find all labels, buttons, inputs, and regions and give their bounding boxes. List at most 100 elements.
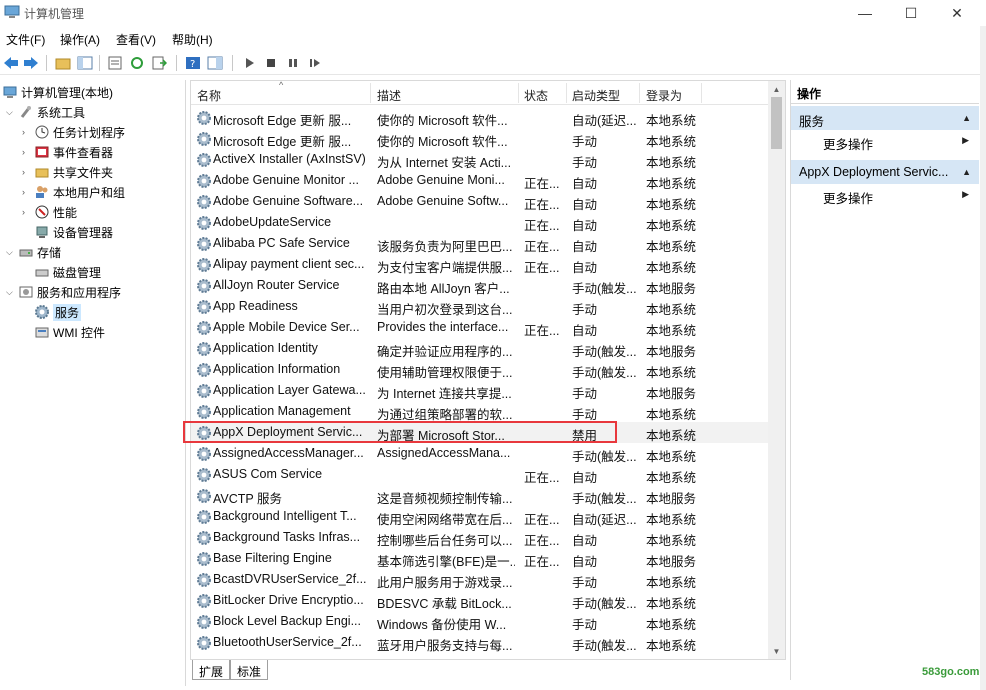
forward-arrow-icon[interactable] [22, 54, 40, 72]
table-row[interactable]: App Readiness 当用户初次登录到这台... 手动 本地系统 [191, 296, 771, 317]
cell-logon: 本地服务 [646, 492, 697, 506]
table-row[interactable]: Application Information 使用辅助管理权限便于... 手动(触… [191, 359, 771, 380]
cell-startup: 手动 [572, 387, 598, 401]
cell-desc: Provides the interface... [377, 320, 509, 334]
tree-item-shared-folders[interactable]: › 共享文件夹 [22, 162, 113, 182]
chevron-right-icon[interactable]: › [22, 147, 32, 157]
tree-item-device-manager[interactable]: 设备管理器 [34, 222, 113, 242]
tab-extended[interactable]: 扩展 [192, 660, 231, 680]
table-row[interactable]: Block Level Backup Engi... Windows 备份使用 W… [191, 611, 771, 632]
minimize-button[interactable]: — [842, 0, 888, 26]
table-row[interactable]: AllJoyn Router Service 路由本地 AllJoyn 客户...… [191, 275, 771, 296]
table-row[interactable]: Application Management 为通过组策略部署的软... 手动 本地系… [191, 401, 771, 422]
tree-item-services[interactable]: 服务 [34, 302, 82, 322]
tab-standard[interactable]: 标准 [230, 660, 269, 680]
chevron-down-icon[interactable]: ⌵ [6, 247, 16, 258]
tree-item-task-scheduler[interactable]: › 任务计划程序 [22, 122, 125, 142]
column-header-status[interactable]: 状态 [524, 87, 548, 104]
tree-item-disk-management[interactable]: 磁盘管理 [34, 262, 101, 282]
chevron-right-icon[interactable]: › [22, 167, 32, 177]
tree-item-wmi[interactable]: WMI 控件 [34, 322, 105, 342]
gear-icon [196, 467, 212, 483]
close-button[interactable]: ✕ [934, 0, 980, 26]
right-edge-scrollbar[interactable] [980, 26, 986, 690]
pause-service-icon[interactable] [284, 54, 302, 72]
stop-service-icon[interactable] [262, 54, 280, 72]
start-service-icon[interactable] [240, 54, 258, 72]
more-actions-services[interactable]: 更多操作 ▶ [791, 130, 979, 152]
table-row[interactable]: AssignedAccessManager... AssignedAccessMa… [191, 443, 771, 464]
table-row[interactable]: Adobe Genuine Monitor ... Adobe Genuine M… [191, 170, 771, 191]
back-arrow-icon[interactable] [2, 54, 20, 72]
cell-name: Microsoft Edge 更新 服... [213, 114, 352, 128]
tree-item-services-apps[interactable]: ⌵ 服务和应用程序 [6, 282, 121, 302]
properties-icon[interactable] [106, 54, 124, 72]
table-row[interactable]: Adobe Genuine Software... Adobe Genuine S… [191, 191, 771, 212]
menu-view[interactable]: 查看(V) [116, 31, 156, 48]
table-row[interactable]: Application Layer Gatewa... 为 Internet 连接… [191, 380, 771, 401]
table-row[interactable]: AVCTP 服务 这是音频视频控制传输... 手动(触发... 本地服务 [191, 485, 771, 506]
table-row[interactable]: AdobeUpdateService 正在... 自动 本地系统 [191, 212, 771, 233]
chevron-right-icon[interactable]: › [22, 127, 32, 137]
tree-item-performance[interactable]: › 性能 [22, 202, 77, 222]
column-header-logon[interactable]: 登录为 [646, 87, 682, 104]
navigation-tree: 计算机管理(本地) ⌵ 系统工具 › 任务计划程序 › 事件查看器 › 共享文件… [0, 80, 186, 686]
scroll-thumb[interactable] [771, 97, 782, 149]
restart-service-icon[interactable] [306, 54, 324, 72]
chevron-right-icon[interactable]: › [22, 187, 32, 197]
cell-name: Alipay payment client sec... [213, 257, 365, 271]
vertical-scrollbar[interactable]: ▲ ▼ [768, 81, 785, 659]
show-tree-icon[interactable] [76, 54, 94, 72]
table-row[interactable]: BitLocker Drive Encryptio... BDESVC 承载 Bi… [191, 590, 771, 611]
tree-item-system-tools[interactable]: ⌵ 系统工具 [6, 102, 85, 122]
export-list-icon[interactable] [150, 54, 168, 72]
table-row[interactable]: Base Filtering Engine 基本筛选引擎(BFE)是一... 正在.… [191, 548, 771, 569]
table-row[interactable]: Apple Mobile Device Ser... Provides the i… [191, 317, 771, 338]
maximize-button[interactable]: ☐ [888, 0, 934, 26]
actions-section-appx[interactable]: AppX Deployment Servic... ▲ [791, 160, 979, 184]
help-icon[interactable]: ? [184, 54, 202, 72]
table-row[interactable]: Alipay payment client sec... 为支付宝客户端提供服..… [191, 254, 771, 275]
cell-logon: 本地系统 [646, 639, 697, 653]
actions-section-services[interactable]: 服务 ▲ [791, 106, 979, 130]
column-header-name[interactable]: 名称 [197, 87, 221, 104]
cell-name: Adobe Genuine Software... [213, 194, 364, 208]
tree-item-event-viewer[interactable]: › 事件查看器 [22, 142, 113, 162]
menu-help[interactable]: 帮助(H) [172, 31, 213, 48]
chevron-down-icon[interactable]: ⌵ [6, 107, 16, 118]
more-actions-appx[interactable]: 更多操作 ▶ [791, 184, 979, 206]
table-row[interactable]: Background Tasks Infras... 控制哪些后台任务可以... 正… [191, 527, 771, 548]
action-pane-icon[interactable] [206, 54, 224, 72]
cell-name: App Readiness [213, 299, 298, 313]
column-header-startup[interactable]: 启动类型 [572, 87, 620, 104]
collapse-up-icon[interactable]: ▲ [962, 113, 971, 123]
cell-logon: 本地系统 [646, 471, 697, 485]
table-row[interactable]: BcastDVRUserService_2f... 此用户服务用于游戏录... 手动… [191, 569, 771, 590]
table-row[interactable]: ActiveX Installer (AxInstSV) 为从 Internet … [191, 149, 771, 170]
tree-item-storage[interactable]: ⌵ 存储 [6, 242, 61, 262]
scroll-down-icon[interactable]: ▼ [768, 643, 785, 659]
column-header-desc[interactable]: 描述 [377, 87, 401, 104]
table-row[interactable]: Background Intelligent T... 使用空闲网络带宽在后...… [191, 506, 771, 527]
tree-label: 服务 [53, 303, 82, 321]
tree-item-local-users[interactable]: › 本地用户和组 [22, 182, 125, 202]
table-row[interactable]: ASUS Com Service 正在... 自动 本地系统 [191, 464, 771, 485]
table-row[interactable]: Alibaba PC Safe Service 该服务负责为阿里巴巴... 正在..… [191, 233, 771, 254]
chevron-down-icon[interactable]: ⌵ [6, 287, 16, 298]
chevron-right-icon[interactable]: › [22, 207, 32, 217]
collapse-up-icon[interactable]: ▲ [962, 167, 971, 177]
refresh-icon[interactable] [128, 54, 146, 72]
menu-action[interactable]: 操作(A) [60, 31, 100, 48]
table-row[interactable]: Microsoft Edge 更新 服... 使你的 Microsoft 软件..… [191, 107, 771, 128]
list-header: ^ 名称 描述 状态 启动类型 登录为 [191, 81, 771, 105]
scroll-up-icon[interactable]: ▲ [768, 81, 785, 97]
tree-item-root[interactable]: 计算机管理(本地) [2, 82, 113, 102]
table-row[interactable]: Application Identity 确定并验证应用程序的... 手动(触发..… [191, 338, 771, 359]
table-row[interactable]: Microsoft Edge 更新 服... 使你的 Microsoft 软件..… [191, 128, 771, 149]
menu-file[interactable]: 文件(F) [6, 31, 45, 48]
cell-name: AllJoyn Router Service [213, 278, 340, 292]
device-manager-icon [34, 224, 50, 240]
table-row[interactable]: BluetoothUserService_2f... 蓝牙用户服务支持与每... 手… [191, 632, 771, 653]
gear-icon [34, 304, 50, 320]
up-folder-icon[interactable] [54, 54, 72, 72]
